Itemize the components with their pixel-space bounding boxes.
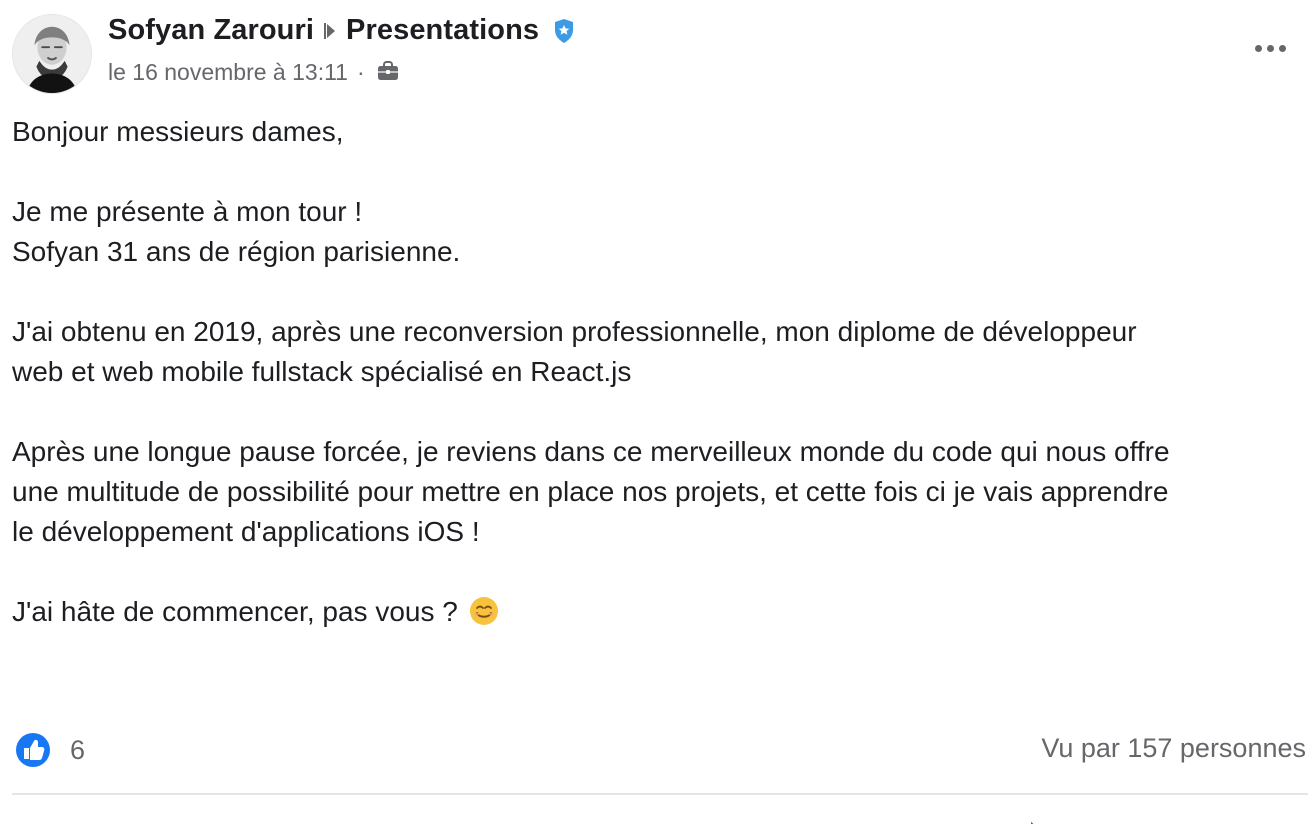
post-actions bbox=[0, 808, 1308, 824]
like-action-icon[interactable] bbox=[160, 816, 196, 824]
verified-badge-icon bbox=[551, 17, 577, 45]
post-text-line: Après une longue pause forcée, je revien… bbox=[12, 436, 1170, 467]
post-text-line: Bonjour messieurs dames, bbox=[12, 116, 344, 147]
post-text-line: Sofyan 31 ans de région parisienne. bbox=[12, 236, 461, 267]
post-text-line: le développement d'applications iOS ! bbox=[12, 516, 480, 547]
author-name[interactable]: Sofyan Zarouri bbox=[108, 14, 314, 47]
post-paragraph: Je me présente à mon tour ! Sofyan 31 an… bbox=[12, 192, 1300, 272]
post-paragraph: J'ai obtenu en 2019, après une reconvers… bbox=[12, 312, 1300, 392]
post-paragraph: J'ai hâte de commencer, pas vous ? bbox=[12, 592, 1300, 632]
meta-separator: · bbox=[356, 58, 365, 85]
more-options-icon bbox=[1266, 44, 1274, 52]
comment-action-icon[interactable] bbox=[548, 816, 584, 824]
post-meta: le 16 novembre à 13:11 · bbox=[108, 58, 402, 86]
author-avatar[interactable] bbox=[12, 14, 92, 94]
seen-by-count[interactable]: Vu par 157 personnes bbox=[1041, 733, 1306, 764]
briefcase-icon bbox=[374, 58, 402, 86]
breadcrumb-arrow-icon bbox=[324, 22, 338, 40]
post-paragraph: Bonjour messieurs dames, bbox=[12, 112, 1300, 152]
post-timestamp[interactable]: le 16 novembre à 13:11 bbox=[108, 59, 348, 86]
like-icon bbox=[14, 731, 52, 769]
more-options-icon bbox=[1254, 44, 1262, 52]
post-text-line: web et web mobile fullstack spécialisé e… bbox=[12, 356, 632, 387]
reaction-summary[interactable]: 6 bbox=[14, 731, 85, 769]
share-action-icon[interactable] bbox=[1012, 816, 1048, 824]
group-name[interactable]: Presentations bbox=[346, 14, 539, 47]
more-options-button[interactable] bbox=[1250, 34, 1290, 62]
more-options-icon bbox=[1278, 44, 1286, 52]
post-text-line: Je me présente à mon tour ! bbox=[12, 196, 363, 227]
post-text-line: une multitude de possibilité pour mettre… bbox=[12, 476, 1169, 507]
post-header: Sofyan Zarouri Presentations bbox=[108, 14, 577, 47]
smiling-face-icon bbox=[468, 595, 500, 627]
actions-divider bbox=[12, 793, 1308, 795]
reaction-count: 6 bbox=[70, 734, 86, 765]
post-paragraph: Après une longue pause forcée, je revien… bbox=[12, 432, 1300, 552]
post-text-line: J'ai obtenu en 2019, après une reconvers… bbox=[12, 316, 1137, 347]
post-card: Sofyan Zarouri Presentations le 16 novem… bbox=[0, 0, 1308, 824]
post-content: Bonjour messieurs dames, Je me présente … bbox=[12, 112, 1300, 632]
post-text-line: J'ai hâte de commencer, pas vous ? bbox=[12, 596, 458, 627]
